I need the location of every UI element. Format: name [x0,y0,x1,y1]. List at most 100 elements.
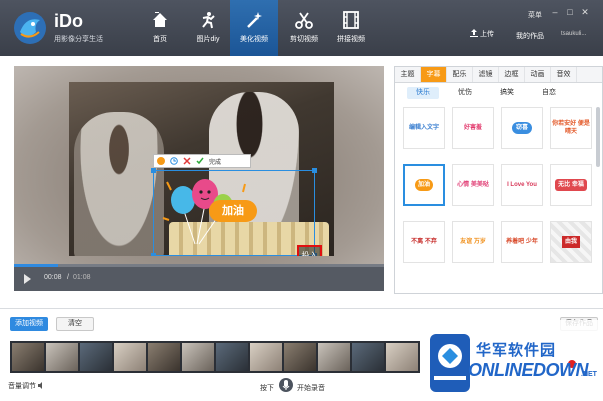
sticker-label: 心情 美美哒 [457,182,489,188]
clip-thumbnail[interactable] [250,343,282,371]
clip-thumbnail[interactable] [216,343,248,371]
sticker-item[interactable]: 编辑入文字 [403,107,445,149]
clip-thumbnail[interactable] [12,343,44,371]
play-icon[interactable] [24,274,31,284]
sticker-label: 无比 幸福 [555,179,587,191]
speaker-icon[interactable] [38,382,45,389]
add-video-button[interactable]: 添加视频 [10,317,48,331]
check-icon[interactable] [196,157,204,165]
tab-subtitle[interactable]: 字幕 [421,67,447,82]
sticker-item[interactable]: 窃喜 [501,107,543,149]
tab-theme[interactable]: 主题 [395,67,421,82]
subtab-funny[interactable]: 搞笑 [491,87,523,99]
highlight-box: 投入 [297,245,322,256]
sticker-item[interactable]: I Love You [501,164,543,206]
upload-button[interactable]: 上传 [470,29,494,39]
nav-tab-beautify-video[interactable]: 美化视频 [230,0,278,56]
progress-bar[interactable] [14,264,384,267]
upload-icon [470,29,478,37]
video-preview: 完成 加油 投入 00:08 / 01:08 [14,66,384,291]
press-label: 按下 [260,385,274,392]
close-icon[interactable]: ✕ [580,7,590,17]
clip-thumbnail[interactable] [318,343,350,371]
minimize-icon[interactable]: – [550,7,560,17]
clip-thumbnail[interactable] [386,343,418,371]
sticker-item[interactable]: 心情 美美哒 [452,164,494,206]
current-time: 00:08 [44,274,62,281]
sticker-item[interactable]: 由我 [550,221,592,263]
video-person [74,112,164,256]
sticker-label: I Love You [507,182,537,188]
resize-handle[interactable] [151,253,156,256]
clip-thumbnail[interactable] [182,343,214,371]
subtab-narcissistic[interactable]: 自恋 [533,87,565,99]
panel-tabs: 主题 字幕 配乐 滤镜 边框 动画 音效 [395,67,602,83]
film-icon [343,11,359,29]
my-works-link[interactable]: 我的作品 [516,31,544,41]
upload-label: 上传 [479,31,494,38]
nav-tab-merge-video[interactable]: 拼接视频 [327,0,375,56]
clip-thumbnail[interactable] [80,343,112,371]
maximize-icon[interactable]: □ [565,7,575,17]
top-bar: iDo 用影像分享生活 首页 图片diy 美化视频 剪切视频 拼接视频 菜单 –… [0,0,603,56]
sticker-label: 由我 [561,236,580,248]
subtitle-categories: 快乐 忧伤 搞笑 自恋 [407,87,565,99]
effects-panel: 主题 字幕 配乐 滤镜 边框 动画 音效 快乐 忧伤 搞笑 自恋 编辑入文字 好… [394,66,603,294]
sticker-item[interactable]: 友谊 万岁 [452,221,494,263]
done-button[interactable]: 完成 [209,157,221,166]
sticker-grid: 编辑入文字 好害羞 窃喜 你若安好 便是晴天 加油 心情 美美哒 I Love … [403,107,592,263]
magic-wand-icon [247,12,262,28]
sticker-text-label: 加油 [209,200,257,222]
resize-handle[interactable] [312,168,317,173]
username-link[interactable]: tsaukuli... [561,31,586,37]
sticker-item[interactable]: 养着吧 少年 [501,221,543,263]
sticker-label: 不离 不弃 [411,239,437,245]
subtab-sad[interactable]: 忧伤 [449,87,481,99]
sticker-label: 窃喜 [511,122,532,134]
delete-icon[interactable] [183,157,191,165]
subtab-happy[interactable]: 快乐 [407,87,439,99]
clip-thumbnail[interactable] [148,343,180,371]
clip-thumbnail[interactable] [284,343,316,371]
sticker-label: 友谊 万岁 [460,239,486,245]
nav-label: 图片diy [196,36,220,43]
resize-handle[interactable] [151,168,156,173]
microphone-icon [282,380,290,390]
tab-sound-effect[interactable]: 音效 [551,67,577,82]
sticker-item-selected[interactable]: 加油 [403,164,445,206]
nav-label: 剪切视频 [290,36,318,43]
watermark-cn: 华军软件园 [476,342,557,359]
nav-tab-cut-video[interactable]: 剪切视频 [280,0,328,56]
tab-music[interactable]: 配乐 [447,67,473,82]
tab-filter[interactable]: 滤镜 [473,67,499,82]
sticker-item[interactable]: 无比 幸福 [550,164,592,206]
nav-tab-photo-diy[interactable]: 图片diy [184,0,232,56]
clip-thumbnail[interactable] [352,343,384,371]
progress-fill [14,264,59,267]
clip-thumbnail[interactable] [114,343,146,371]
sticker-label: 好害羞 [463,125,482,131]
nav-label: 美化视频 [240,36,268,43]
sticker-item[interactable]: 不离 不弃 [403,221,445,263]
clip-timeline[interactable] [10,341,420,373]
time-separator: / [67,274,69,281]
microphone-button[interactable] [279,378,293,392]
video-frame[interactable]: 完成 加油 投入 [69,82,334,256]
sticker-item[interactable]: 好害羞 [452,107,494,149]
start-recording-label: 开始录音 [297,385,325,392]
palette-icon[interactable] [157,157,165,165]
nav-tab-home[interactable]: 首页 [136,0,184,56]
volume-label: 音量调节 [8,383,36,390]
menu-link[interactable]: 菜单 [528,10,542,20]
sticker-label: 加油 [414,179,433,191]
nav-label: 拼接视频 [337,36,365,43]
sticker-item[interactable]: 你若安好 便是晴天 [550,107,592,149]
tab-frame[interactable]: 边框 [499,67,525,82]
watermark-suffix: .NET [581,371,597,378]
clock-icon[interactable] [170,157,178,165]
clip-thumbnail[interactable] [46,343,78,371]
player-controls: 00:08 / 01:08 [14,264,384,291]
panel-scrollbar[interactable] [596,107,600,167]
tab-animation[interactable]: 动画 [525,67,551,82]
clear-button[interactable]: 清空 [56,317,94,331]
